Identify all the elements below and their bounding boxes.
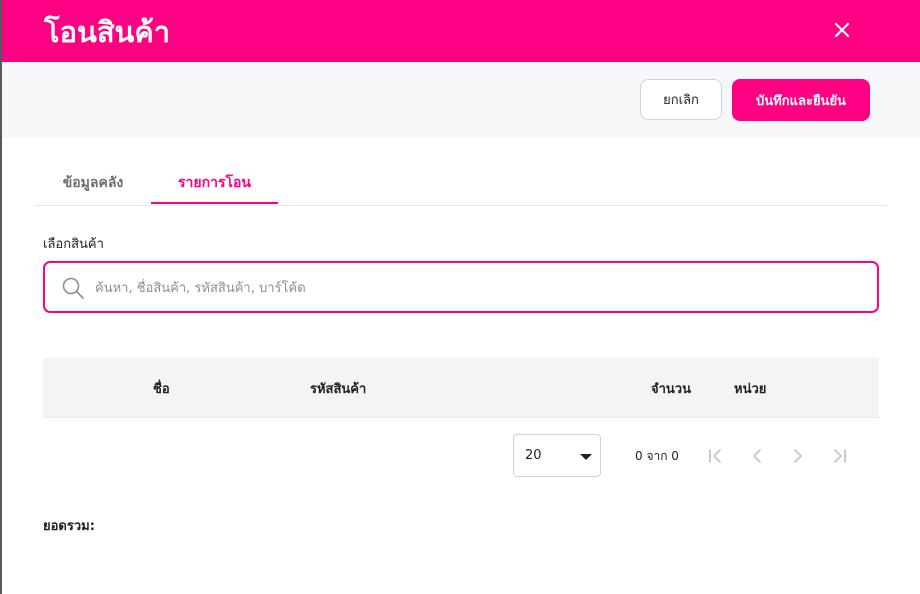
column-header-quantity[interactable]: จำนวน: [651, 378, 691, 399]
column-header-unit[interactable]: หน่วย: [734, 378, 766, 399]
table-header: ชื่อ รหัสสินค้า จำนวน หน่วย: [43, 358, 879, 418]
tab-transfer-items[interactable]: รายการโอน: [151, 160, 278, 204]
modal-title: โอนสินค้า: [44, 15, 171, 49]
pagination-count: 0 จาก 0: [635, 449, 679, 463]
cancel-button[interactable]: ยกเลิก: [640, 79, 722, 120]
next-page-button[interactable]: [786, 444, 810, 468]
next-page-icon: [794, 449, 802, 463]
first-page-icon: [709, 449, 721, 463]
first-page-button[interactable]: [703, 444, 727, 468]
page-size-select[interactable]: 20: [513, 434, 601, 477]
tab-bar: ข้อมูลคลัง รายการโอน: [35, 160, 887, 206]
product-select-label: เลือกสินค้า: [43, 237, 104, 252]
last-page-icon: [834, 449, 846, 463]
previous-page-icon: [753, 449, 761, 463]
page-size-value: 20: [525, 448, 542, 463]
tab-stock-info[interactable]: ข้อมูลคลัง: [35, 160, 151, 204]
product-search-input[interactable]: [93, 273, 867, 303]
previous-page-button[interactable]: [745, 444, 769, 468]
close-button[interactable]: [828, 16, 856, 44]
save-and-confirm-button[interactable]: บันทึกและยืนยัน: [732, 79, 870, 121]
product-search-box[interactable]: [43, 261, 879, 313]
column-header-name[interactable]: ชื่อ: [153, 378, 170, 399]
modal-header: โอนสินค้า: [2, 0, 920, 62]
last-page-button[interactable]: [828, 444, 852, 468]
column-header-product-code[interactable]: รหัสสินค้า: [310, 378, 366, 399]
caret-down-icon: [580, 454, 592, 460]
total-label: ยอดรวม:: [43, 519, 95, 534]
search-icon: [62, 277, 84, 299]
close-icon: [834, 22, 850, 38]
